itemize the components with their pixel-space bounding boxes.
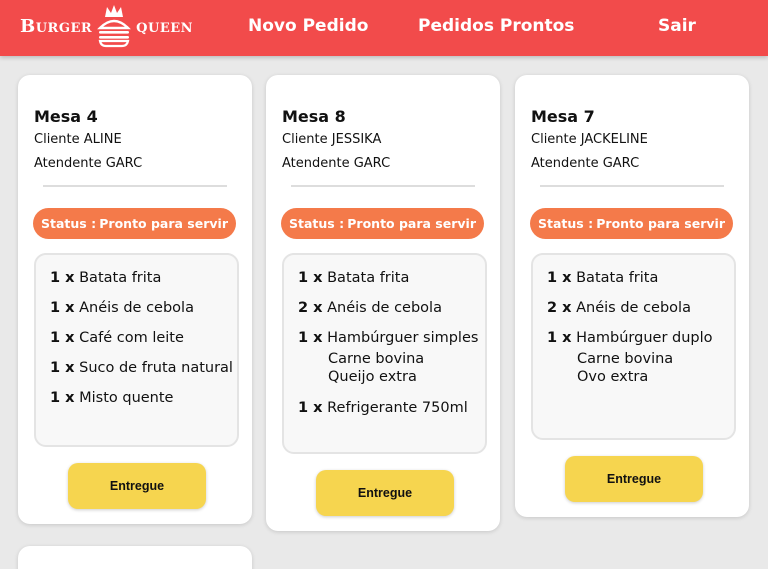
divider xyxy=(43,185,227,187)
item-modifier: Queijo extra xyxy=(328,369,417,385)
client-name: Cliente JACKELINE xyxy=(531,132,648,147)
item-name: Anéis de cebola xyxy=(79,300,194,316)
item-modifiers: Carne bovina Queijo extra xyxy=(298,350,485,386)
item-quantity: 1 x xyxy=(298,330,323,346)
attendant-name: Atendente GARC xyxy=(34,156,143,171)
item-quantity: 1 x xyxy=(547,330,572,346)
item-modifier: Ovo extra xyxy=(577,369,649,385)
table-title: Mesa 8 xyxy=(282,107,346,126)
item-quantity: 1 x xyxy=(547,270,572,286)
delivered-button[interactable]: Entregue xyxy=(565,456,703,502)
table-title: Mesa 7 xyxy=(531,107,595,126)
order-card-partial xyxy=(18,546,252,569)
status-label: Status : xyxy=(41,216,97,231)
item-modifiers: Carne bovina Ovo extra xyxy=(547,350,734,386)
order-item: 1 x Misto quente xyxy=(50,390,237,406)
item-modifier: Carne bovina xyxy=(328,351,425,367)
order-item: 1 x Hambúrguer duplo xyxy=(547,330,734,346)
item-name: Anéis de cebola xyxy=(576,300,691,316)
delivered-button[interactable]: Entregue xyxy=(316,470,454,516)
item-name: Hambúrguer simples xyxy=(327,330,479,346)
item-name: Suco de fruta natural xyxy=(79,360,233,376)
order-card: Mesa 4 Cliente ALINE Atendente GARC Stat… xyxy=(18,75,252,524)
client-name: Cliente JESSIKA xyxy=(282,132,382,147)
order-items-list: 1 x Batata frita 2 x Anéis de cebola 1 x… xyxy=(531,253,736,440)
logo-text-right: queen xyxy=(136,15,194,37)
item-quantity: 1 x xyxy=(298,270,323,286)
order-items-list: 1 x Batata frita 2 x Anéis de cebola 1 x… xyxy=(282,253,487,454)
status-badge: Status : Pronto para servir xyxy=(281,208,484,239)
item-quantity: 1 x xyxy=(298,400,323,416)
order-card: Mesa 7 Cliente JACKELINE Atendente GARC … xyxy=(515,75,749,517)
table-title: Mesa 4 xyxy=(34,107,98,126)
crowned-burger-icon xyxy=(97,5,132,48)
attendant-name: Atendente GARC xyxy=(282,156,391,171)
order-card: Mesa 8 Cliente JESSIKA Atendente GARC St… xyxy=(266,75,500,531)
item-quantity: 2 x xyxy=(298,300,323,316)
item-name: Batata frita xyxy=(327,270,410,286)
item-name: Café com leite xyxy=(79,330,184,346)
nav-pedidos-prontos[interactable]: Pedidos Prontos xyxy=(418,16,574,36)
burger-queen-logo[interactable]: Burger queen xyxy=(20,4,193,48)
order-item: 2 x Anéis de cebola xyxy=(298,300,485,316)
item-quantity: 1 x xyxy=(50,360,75,376)
top-navbar: Burger queen Novo Pedido Pedidos Prontos… xyxy=(0,0,768,56)
nav-novo-pedido[interactable]: Novo Pedido xyxy=(248,16,368,36)
attendant-name: Atendente GARC xyxy=(531,156,640,171)
delivered-button[interactable]: Entregue xyxy=(68,463,206,509)
logo-text-left: Burger xyxy=(20,15,93,37)
item-modifier: Carne bovina xyxy=(577,351,674,367)
client-name: Cliente ALINE xyxy=(34,132,122,147)
order-item: 1 x Batata frita xyxy=(298,270,485,286)
status-value: Pronto para servir xyxy=(99,216,228,231)
status-badge: Status : Pronto para servir xyxy=(530,208,733,239)
order-item: 1 x Suco de fruta natural xyxy=(50,360,237,376)
item-name: Batata frita xyxy=(576,270,659,286)
item-quantity: 1 x xyxy=(50,330,75,346)
order-item: 1 x Anéis de cebola xyxy=(50,300,237,316)
item-name: Refrigerante 750ml xyxy=(327,400,468,416)
order-item: 1 x Refrigerante 750ml xyxy=(298,400,485,416)
status-label: Status : xyxy=(289,216,345,231)
order-item: 1 x Café com leite xyxy=(50,330,237,346)
item-quantity: 1 x xyxy=(50,270,75,286)
divider xyxy=(291,185,475,187)
item-quantity: 2 x xyxy=(547,300,572,316)
order-item: 2 x Anéis de cebola xyxy=(547,300,734,316)
order-item: 1 x Batata frita xyxy=(547,270,734,286)
item-name: Batata frita xyxy=(79,270,162,286)
item-name: Anéis de cebola xyxy=(327,300,442,316)
order-item: 1 x Hambúrguer simples xyxy=(298,330,485,346)
order-items-list: 1 x Batata frita 1 x Anéis de cebola 1 x… xyxy=(34,253,239,447)
nav-sair[interactable]: Sair xyxy=(658,16,696,36)
status-value: Pronto para servir xyxy=(347,216,476,231)
item-quantity: 1 x xyxy=(50,300,75,316)
order-item: 1 x Batata frita xyxy=(50,270,237,286)
item-name: Misto quente xyxy=(79,390,174,406)
status-value: Pronto para servir xyxy=(596,216,725,231)
status-badge: Status : Pronto para servir xyxy=(33,208,236,239)
item-name: Hambúrguer duplo xyxy=(576,330,713,346)
status-label: Status : xyxy=(538,216,594,231)
item-quantity: 1 x xyxy=(50,390,75,406)
divider xyxy=(540,185,724,187)
